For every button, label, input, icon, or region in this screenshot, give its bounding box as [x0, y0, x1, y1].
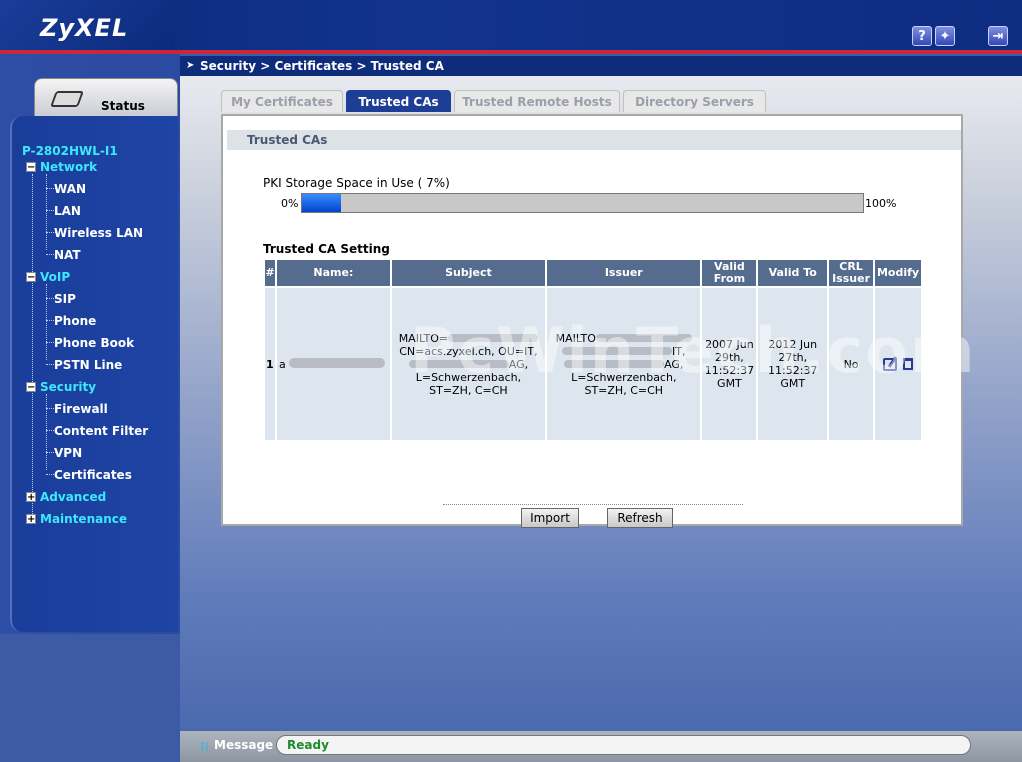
row-modify	[875, 288, 921, 440]
row-name: a	[276, 288, 390, 440]
redacted-issuer	[595, 333, 692, 342]
menu-item-content-filter[interactable]: Content Filter	[54, 424, 148, 438]
message-box: Ready	[276, 735, 971, 755]
menu-item-vpn[interactable]: VPN	[54, 446, 82, 460]
message-bar: ⁞⁞ Message Ready	[180, 731, 1022, 762]
collapse-icon: −	[26, 382, 36, 393]
pki-storage-bar	[301, 193, 864, 213]
col-valid-from: Valid From	[702, 260, 757, 286]
menu-item-nat[interactable]: NAT	[54, 248, 81, 262]
pki-storage-fill	[302, 194, 342, 212]
redacted-issuer	[564, 359, 665, 368]
refresh-button[interactable]: Refresh	[607, 508, 673, 528]
row-index: 1	[265, 288, 275, 440]
trusted-ca-table: # Name: Subject Issuer Valid From Valid …	[263, 258, 923, 442]
sidebar-footer	[0, 634, 180, 762]
message-label: Message	[214, 738, 274, 752]
question-icon: ?	[918, 29, 926, 44]
wizard-icon: ✦	[939, 29, 951, 44]
tree-line	[46, 174, 47, 250]
help-button[interactable]: ?	[912, 26, 932, 46]
col-name: Name:	[276, 260, 390, 286]
menu-group-network[interactable]: − Network	[26, 160, 97, 174]
header: ZyXEL ? ✦ ⇥	[0, 0, 1022, 54]
col-issuer: Issuer	[547, 260, 701, 286]
trash-icon[interactable]	[903, 358, 913, 371]
status-label: Status	[101, 99, 145, 113]
logout-icon: ⇥	[992, 29, 1004, 44]
table-row: 1 a MAILTO= CN=acs.zyxel.ch, OU=IT, AG, …	[265, 288, 921, 440]
zyxel-logo: ZyXEL	[40, 14, 129, 42]
tab-directory-servers[interactable]: Directory Servers	[623, 90, 766, 112]
menu-item-lan[interactable]: LAN	[54, 204, 81, 218]
expand-icon: +	[26, 492, 36, 503]
col-modify: Modify	[875, 260, 921, 286]
tab-trusted-remote-hosts[interactable]: Trusted Remote Hosts	[454, 90, 620, 112]
breadcrumb: ➤ Security > Certificates > Trusted CA	[180, 56, 1022, 76]
logo-area: ZyXEL	[0, 0, 175, 52]
menu-group-security[interactable]: − Security	[26, 380, 96, 394]
tree-line	[46, 394, 47, 470]
divider	[443, 504, 743, 505]
menu-item-pstn-line[interactable]: PSTN Line	[54, 358, 122, 372]
redacted-issuer	[562, 346, 673, 355]
col-subject: Subject	[391, 260, 546, 286]
main-content: My Certificates Trusted CAs Trusted Remo…	[180, 76, 1022, 731]
col-index: #	[265, 260, 275, 286]
row-crl-issuer: No	[829, 288, 873, 440]
row-valid-from: 2007 Jun 29th, 11:52:37 GMT	[702, 288, 757, 440]
import-button[interactable]: Import	[521, 508, 579, 528]
row-valid-to: 2012 Jun 27th, 11:52:37 GMT	[758, 288, 828, 440]
pki-min-label: 0%	[281, 197, 299, 210]
menu-item-phone[interactable]: Phone	[54, 314, 96, 328]
tree-line	[32, 174, 33, 520]
redacted-subject	[448, 333, 539, 342]
tree-line	[46, 284, 47, 360]
breadcrumb-arrow-icon: ➤	[186, 60, 195, 71]
pki-max-label: 100%	[865, 197, 897, 210]
breadcrumb-text: Security > Certificates > Trusted CA	[200, 59, 444, 73]
col-crl-issuer: CRL Issuer	[829, 260, 873, 286]
menu-group-voip[interactable]: − VoIP	[26, 270, 70, 284]
col-valid-to: Valid To	[758, 260, 828, 286]
row-subject: MAILTO= CN=acs.zyxel.ch, OU=IT, AG, L=Sc…	[391, 288, 546, 440]
menu-item-sip[interactable]: SIP	[54, 292, 76, 306]
menu-item-certificates[interactable]: Certificates	[54, 468, 132, 482]
pki-storage-label: PKI Storage Space in Use ( 7%)	[263, 176, 450, 190]
menu-item-firewall[interactable]: Firewall	[54, 402, 108, 416]
menu-item-phone-book[interactable]: Phone Book	[54, 336, 134, 350]
device-name: P-2802HWL-I1	[22, 144, 118, 158]
redacted-subject	[408, 359, 509, 368]
trusted-cas-panel: Trusted CAs PKI Storage Space in Use ( 7…	[221, 114, 963, 528]
redacted-name	[289, 357, 386, 368]
table-header-row: # Name: Subject Issuer Valid From Valid …	[265, 260, 921, 286]
router-icon	[50, 91, 84, 107]
panel-title: Trusted CAs	[227, 130, 961, 150]
edit-icon[interactable]	[883, 357, 897, 371]
wizard-button[interactable]: ✦	[935, 26, 955, 46]
sidebar: Status P-2802HWL-I1 − Network WAN LAN Wir…	[0, 54, 180, 762]
collapse-icon: −	[26, 272, 36, 283]
tab-trusted-cas[interactable]: Trusted CAs	[346, 90, 451, 112]
menu-item-wan[interactable]: WAN	[54, 182, 86, 196]
menu-group-maintenance[interactable]: + Maintenance	[26, 512, 127, 526]
row-issuer: MAILTO IT, AG, L=Schwerzenbach, ST=ZH, C…	[547, 288, 701, 440]
menu-group-advanced[interactable]: + Advanced	[26, 490, 106, 504]
logout-button[interactable]: ⇥	[988, 26, 1008, 46]
message-dots-icon: ⁞⁞	[200, 740, 210, 754]
menu-item-wireless-lan[interactable]: Wireless LAN	[54, 226, 143, 240]
menu-panel: P-2802HWL-I1 − Network WAN LAN Wireless L…	[10, 116, 178, 632]
tab-my-certificates[interactable]: My Certificates	[221, 90, 343, 112]
collapse-icon: −	[26, 162, 36, 173]
expand-icon: +	[26, 514, 36, 525]
trusted-ca-setting-title: Trusted CA Setting	[263, 242, 390, 256]
